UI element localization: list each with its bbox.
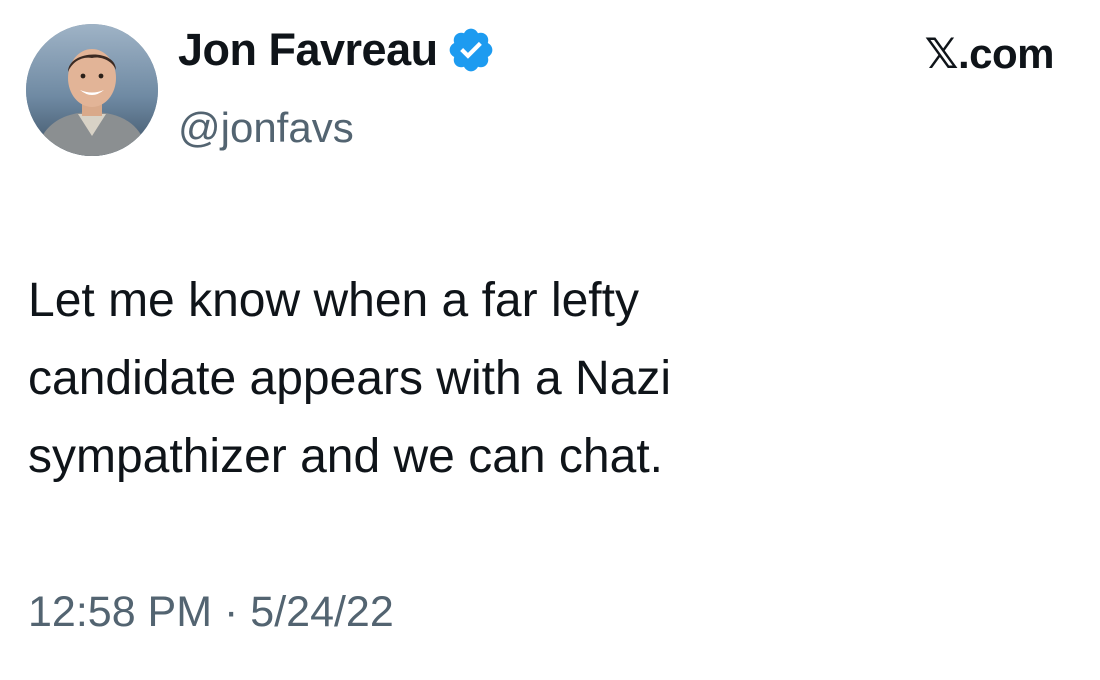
source-logo: 𝕏.com [924, 30, 1055, 77]
avatar[interactable] [26, 24, 158, 156]
tweet-text-line: Let me know when a far lefty [28, 274, 639, 327]
display-name[interactable]: Jon Favreau [178, 20, 438, 80]
verified-badge-icon [446, 25, 496, 75]
tweet-text-line: sympathizer and we can chat. [28, 430, 663, 483]
tweet-timestamp[interactable]: 12:58 PM · 5/24/22 [28, 584, 394, 640]
meta-separator: · [224, 588, 239, 636]
tweet-text: Let me know when a far lefty candidate a… [28, 262, 1048, 496]
profile-photo-icon [26, 24, 158, 156]
tweet-time: 12:58 PM [28, 588, 213, 636]
tweet-card: Jon Favreau @jonfavs 𝕏.com Let me know w… [0, 0, 1100, 680]
tweet-date: 5/24/22 [250, 588, 394, 636]
tweet-text-line: candidate appears with a Nazi [28, 352, 672, 405]
author-handle[interactable]: @jonfavs [178, 100, 354, 156]
author-name-row[interactable]: Jon Favreau [178, 20, 496, 80]
